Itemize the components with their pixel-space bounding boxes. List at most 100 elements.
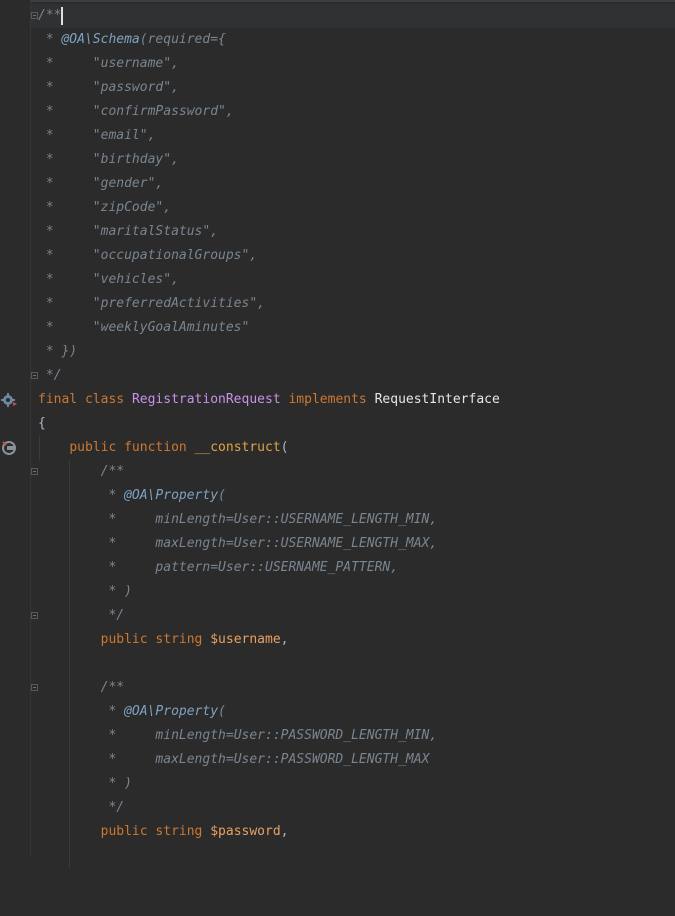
annotation-arg: minLength=User::PASSWORD_LENGTH_MIN, <box>155 728 438 743</box>
property-annotation: @OA\Property <box>124 704 219 719</box>
code-line-27[interactable]: public string $username, <box>0 628 675 652</box>
required-field: "weeklyGoalAminutes" <box>92 320 250 335</box>
doc-star: * <box>38 56 93 71</box>
doc-star: * <box>38 224 93 239</box>
code-line-9[interactable]: * "zipCode", <box>0 196 675 220</box>
code-line-3[interactable]: * "username", <box>0 52 675 76</box>
code-line-29[interactable]: /** <box>0 676 675 700</box>
doc-star: * <box>38 320 93 335</box>
text-caret <box>61 7 63 25</box>
code-line-21[interactable]: * @OA\Property( <box>0 484 675 508</box>
code-line-28[interactable] <box>0 652 675 676</box>
annotation-arg: pattern=User::USERNAME_PATTERN, <box>155 560 399 575</box>
code-line-35[interactable]: public string $password, <box>0 820 675 844</box>
code-line-24[interactable]: * pattern=User::USERNAME_PATTERN, <box>0 556 675 580</box>
code-line-31[interactable]: * minLength=User::PASSWORD_LENGTH_MIN, <box>0 724 675 748</box>
code-line-33[interactable]: * ) <box>0 772 675 796</box>
code-line-14[interactable]: * "weeklyGoalAminutes" <box>0 316 675 340</box>
required-field: "birthday", <box>92 152 179 167</box>
code-line-15[interactable]: * }) <box>0 340 675 364</box>
class-name[interactable]: RegistrationRequest <box>132 392 281 407</box>
fold-marker-icon[interactable] <box>31 372 38 379</box>
doc-star: * <box>38 248 93 263</box>
doc-text: * ) <box>100 584 132 599</box>
code-line-2[interactable]: * @OA\Schema(required={ <box>0 28 675 52</box>
doc-text: }) <box>61 344 78 359</box>
code-line-19[interactable]: public function __construct( <box>0 436 675 460</box>
required-field: "password", <box>92 80 179 95</box>
doc-star: * <box>38 176 93 191</box>
code-line-16[interactable]: */ <box>0 364 675 388</box>
code-line-8[interactable]: * "gender", <box>0 172 675 196</box>
code-line-10[interactable]: * "maritalStatus", <box>0 220 675 244</box>
indent-guide <box>69 652 70 676</box>
override-plug-icon[interactable] <box>1 440 17 456</box>
code-line-32[interactable]: * maxLength=User::PASSWORD_LENGTH_MAX <box>0 748 675 772</box>
code-line-18[interactable]: { <box>0 412 675 436</box>
function-name[interactable]: __construct <box>195 440 281 455</box>
doc-star: * <box>38 128 93 143</box>
doc-star: * <box>100 704 125 719</box>
code-line-26[interactable]: */ <box>0 604 675 628</box>
code-editor[interactable]: /** * @OA\Schema(required={ * "username"… <box>0 4 675 868</box>
fold-marker-icon[interactable] <box>31 684 38 691</box>
doc-star: * <box>38 344 62 359</box>
doc-star: * <box>100 752 156 767</box>
code-line-13[interactable]: * "preferredActivities", <box>0 292 675 316</box>
doc-star: * <box>38 296 93 311</box>
required-field: "zipCode", <box>92 200 172 215</box>
comma: , <box>280 632 289 647</box>
open-paren: ( <box>280 440 289 455</box>
doc-text: * ) <box>100 776 132 791</box>
code-line-12[interactable]: * "vehicles", <box>0 268 675 292</box>
doc-star: * <box>100 560 156 575</box>
required-field: "occupationalGroups", <box>92 248 258 263</box>
keyword-public: public <box>100 632 148 647</box>
top-border <box>0 0 675 2</box>
property-variable[interactable]: $password <box>210 824 280 839</box>
code-line-17[interactable]: final class RegistrationRequest implemen… <box>0 388 675 412</box>
fold-marker-icon[interactable] <box>31 12 38 19</box>
code-line-34[interactable]: */ <box>0 796 675 820</box>
property-variable[interactable]: $username <box>210 632 280 647</box>
doc-close: */ <box>100 608 125 623</box>
code-line-7[interactable]: * "birthday", <box>0 148 675 172</box>
code-line-25[interactable]: * ) <box>0 580 675 604</box>
gear-icon[interactable] <box>1 392 17 408</box>
code-line-23[interactable]: * maxLength=User::USERNAME_LENGTH_MAX, <box>0 532 675 556</box>
doc-close: */ <box>38 368 62 383</box>
required-field: "maritalStatus", <box>92 224 219 239</box>
indent-guide <box>69 844 70 868</box>
code-line-6[interactable]: * "email", <box>0 124 675 148</box>
doc-star: * <box>100 512 156 527</box>
fold-marker-icon[interactable] <box>31 468 38 475</box>
doc-text: ( <box>218 704 226 719</box>
doc-open: /** <box>38 8 62 23</box>
required-field: "confirmPassword", <box>92 104 234 119</box>
code-line-4[interactable]: * "password", <box>0 76 675 100</box>
code-line-30[interactable]: * @OA\Property( <box>0 700 675 724</box>
keyword-public: public <box>69 440 117 455</box>
code-line-5[interactable]: * "confirmPassword", <box>0 100 675 124</box>
code-line-36[interactable] <box>0 844 675 868</box>
code-line-20[interactable]: /** <box>0 460 675 484</box>
doc-star: * <box>38 152 93 167</box>
doc-open: /** <box>100 680 125 695</box>
interface-name[interactable]: RequestInterface <box>375 392 500 407</box>
code-line-11[interactable]: * "occupationalGroups", <box>0 244 675 268</box>
doc-open: /** <box>100 464 125 479</box>
schema-annotation: @OA\Schema <box>61 32 140 47</box>
fold-marker-icon[interactable] <box>31 612 38 619</box>
keyword-implements: implements <box>288 392 367 407</box>
code-line-22[interactable]: * minLength=User::USERNAME_LENGTH_MIN, <box>0 508 675 532</box>
keyword-string: string <box>155 824 203 839</box>
required-field: "gender", <box>92 176 164 191</box>
code-line-1[interactable]: /** <box>0 4 675 28</box>
